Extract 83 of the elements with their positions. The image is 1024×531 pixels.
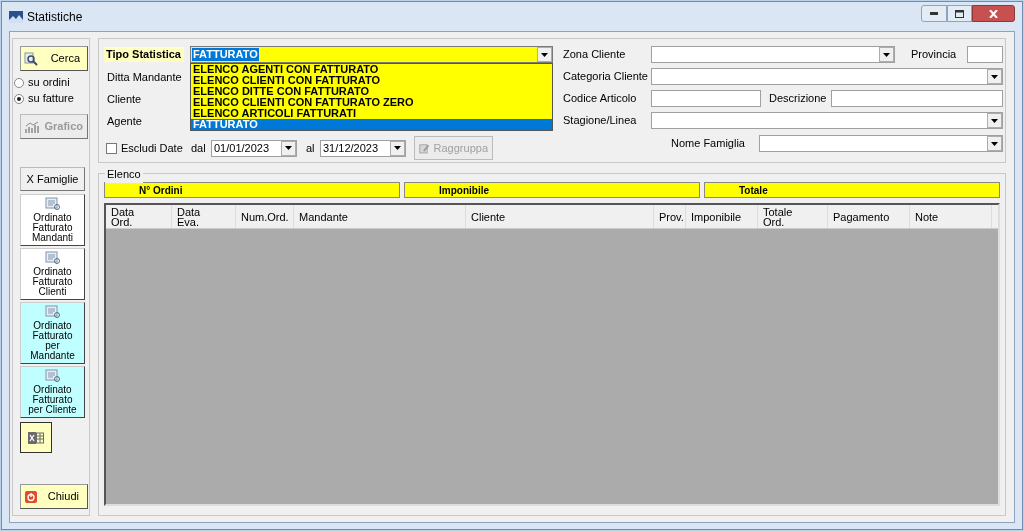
report-tile[interactable]: Ordinato Fatturato Clienti [20,248,85,300]
dropdown-option[interactable]: FATTURATO [191,119,552,130]
close-button[interactable] [972,5,1015,22]
field-label: Tipo Statistica [104,47,184,62]
radio-button[interactable] [14,93,24,104]
column-header[interactable]: Data Eva. [172,205,236,228]
minimize-icon [930,12,938,15]
caret-icon [285,146,292,150]
spreadsheet-icon [28,430,44,445]
field-label: Provincia [911,47,958,63]
field-label: Categoria Cliente [563,69,649,85]
statistic-type-combo[interactable]: FATTURATO [190,46,553,63]
column-header[interactable]: Cliente [466,205,654,228]
document-search-icon [44,251,61,265]
date-picker[interactable]: 01/01/2023 [211,139,297,157]
caret-icon [541,52,548,57]
description-field[interactable] [831,90,1003,107]
dropdown-option[interactable]: ELENCO DITTE CON FATTURATO [191,86,552,97]
field-label: al [306,140,316,156]
edit-icon [419,141,430,155]
close-window-button[interactable]: Chiudi [20,484,88,509]
field-label: Cliente [107,91,142,107]
dropdown-option[interactable]: ELENCO ARTICOLI FATTURATI [191,108,552,119]
field-label: Stagione/Linea [563,113,638,129]
dropdown-button[interactable] [281,140,296,156]
dropdown-button[interactable] [537,47,552,62]
minimize-button[interactable] [921,5,947,22]
item-code-field[interactable] [651,90,761,107]
column-header[interactable]: Note [910,205,992,228]
report-tile[interactable]: Ordinato Fatturato per Mandante [20,302,85,364]
app-icon [9,10,23,23]
column-header[interactable]: Num.Ord. [236,205,294,228]
field-label: Nome Famiglia [671,136,746,152]
exit-icon [25,490,37,503]
document-search-icon [44,369,61,383]
caret-icon [991,141,998,146]
dropdown-button[interactable] [987,69,1002,84]
report-tile[interactable]: Ordinato Fatturato per Cliente [20,366,85,418]
caret-icon [394,146,401,150]
total-field: Totale [704,182,1000,198]
radio-label: su fatture [28,91,74,107]
search-button[interactable]: Cerca [20,46,88,71]
column-header[interactable]: Mandante [294,205,466,228]
field-label: dal [191,140,207,156]
radio-label: su ordini [28,75,70,91]
total-field: Imponibile [404,182,700,198]
field-label: Agente [107,113,142,129]
field-label: Descrizione [769,91,828,107]
field-label: Ditta Mandante [107,69,182,85]
caret-icon [991,118,998,123]
field-label: Codice Articolo [563,91,638,107]
province-field[interactable] [967,46,1003,63]
column-header[interactable]: Imponibile [686,205,758,228]
dropdown-option[interactable]: ELENCO CLIENTI CON FATTURATO [191,75,552,86]
column-header[interactable]: Prov. [654,205,686,228]
chart-icon [25,120,39,133]
checkbox[interactable] [106,142,117,154]
total-field: N° Ordini [104,182,400,198]
window-title: Statistiche [27,8,83,26]
report-tile[interactable]: Ordinato Fatturato Mandanti [20,194,85,246]
dropdown-option[interactable]: ELENCO CLIENTI CON FATTURATO ZERO [191,97,552,108]
families-button[interactable]: X Famiglie [20,167,85,191]
radio-button[interactable] [14,77,24,88]
dropdown-option[interactable]: ELENCO AGENTI CON FATTURATO [191,64,552,75]
excel-button[interactable] [20,422,52,453]
caret-icon [991,74,998,79]
dropdown-button[interactable] [987,113,1002,128]
date-picker[interactable]: 31/12/2023 [320,139,406,157]
dropdown-button[interactable] [987,136,1002,151]
search-icon [24,51,38,66]
document-search-icon [44,305,61,319]
close-icon [989,9,998,18]
maximize-button[interactable] [947,5,972,22]
dropdown-button[interactable] [390,140,405,156]
caret-icon [883,52,890,57]
column-header[interactable]: Data Ord. [106,205,172,228]
restore-icon [955,9,964,18]
checkbox-label: Escludi Date [121,140,184,156]
column-header[interactable]: Totale Ord. [758,205,828,228]
document-search-icon [44,197,61,211]
dropdown-button[interactable] [879,47,894,62]
field-label: Zona Cliente [563,47,627,63]
column-header[interactable]: Pagamento [828,205,910,228]
